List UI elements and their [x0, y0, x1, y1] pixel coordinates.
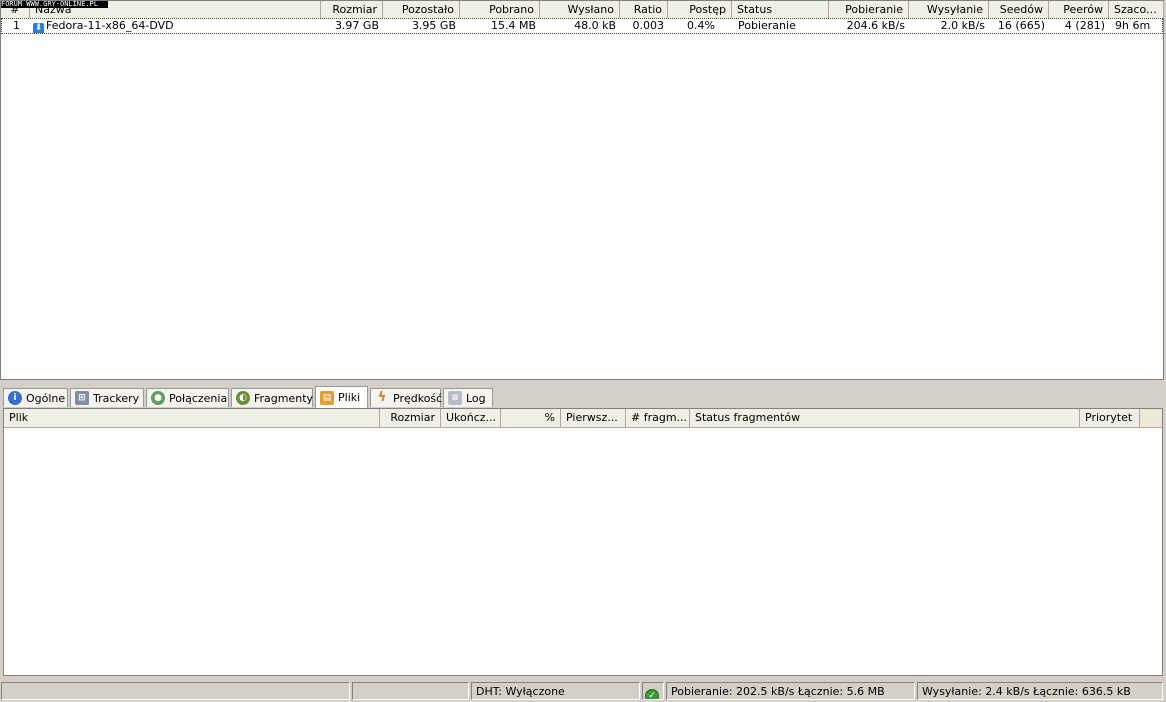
status-bar-section-empty-1	[1, 682, 350, 700]
tab-trackers-label: Trackery	[93, 391, 140, 405]
column-header-size[interactable]: Rozmiar	[321, 1, 383, 18]
torrent-row[interactable]: 1 ⬇ Fedora-11-x86_64-DVD 3.97 GB 3.95 GB …	[1, 18, 1163, 34]
pieces-icon: ◐	[236, 391, 250, 405]
torrent-progress: 0.4%	[687, 19, 715, 32]
speed-icon: ϟ	[377, 390, 387, 405]
tab-connections[interactable]: ● Połączenia	[146, 388, 229, 407]
column-header-eta[interactable]: Szaco...	[1109, 1, 1164, 18]
details-tabs: i Ogólne ⊞ Trackery ● Połączenia ◐ Fragm…	[0, 386, 1166, 408]
upload-total-status: Wysyłanie: 2.4 kB/s Łącznie: 636.5 kB	[917, 682, 1163, 700]
torrent-name: Fedora-11-x86_64-DVD	[46, 19, 174, 32]
column-header-file[interactable]: Plik	[4, 409, 380, 427]
files-list[interactable]: Plik Rozmiar Ukończ... % Pierwsz... # fr…	[3, 408, 1163, 676]
status-bar: DHT: Wyłączone ✓ Pobieranie: 202.5 kB/s …	[0, 681, 1166, 702]
torrent-size: 3.97 GB	[334, 19, 379, 32]
column-header-first-piece[interactable]: Pierwsz...	[561, 409, 626, 427]
column-header-uploaded[interactable]: Wysłano	[540, 1, 620, 18]
column-header-piece-status[interactable]: Status fragmentów	[690, 409, 1080, 427]
column-header-downloaded[interactable]: Pobrano	[460, 1, 540, 18]
column-header-status[interactable]: Status	[732, 1, 829, 18]
network-icon: ⊞	[75, 391, 89, 405]
info-icon: i	[8, 391, 22, 405]
torrent-list[interactable]: FORUM WWW.GRY-ONLINE.PL # Nazwa Rozmiar …	[0, 0, 1164, 380]
column-header-progress[interactable]: Postęp	[668, 1, 732, 18]
torrent-uploaded: 48.0 kB	[574, 19, 616, 32]
torrent-downloaded: 15.4 MB	[490, 19, 536, 32]
dht-status: DHT: Wyłączone	[471, 682, 640, 700]
tab-general-label: Ogólne	[26, 391, 66, 405]
torrent-download-speed: 204.6 kB/s	[846, 19, 905, 32]
column-header-upload-speed[interactable]: Wysyłanie	[909, 1, 989, 18]
status-bar-section-empty-2	[352, 682, 469, 700]
tab-files-label: Pliki	[338, 391, 361, 404]
tab-log-label: Log	[466, 391, 486, 405]
torrent-eta: 9h 6m	[1115, 19, 1151, 32]
tab-general[interactable]: i Ogólne	[3, 388, 68, 407]
watermark: FORUM WWW.GRY-ONLINE.PL	[1, 1, 108, 8]
connection-status[interactable]: ✓	[642, 682, 664, 700]
tab-pieces[interactable]: ◐ Fragmenty	[231, 388, 313, 407]
torrent-upload-speed: 2.0 kB/s	[940, 19, 985, 32]
column-header-piece-count[interactable]: # fragm...	[626, 409, 690, 427]
download-arrow-icon: ⬇	[33, 23, 44, 33]
torrent-index: 1	[13, 19, 20, 32]
files-icon: ▤	[320, 390, 334, 405]
column-header-percent[interactable]: %	[501, 409, 561, 427]
torrent-list-header: # Nazwa Rozmiar Pozostało Pobrano Wysłan…	[1, 1, 1164, 19]
column-header-remaining[interactable]: Pozostało	[383, 1, 460, 18]
tab-trackers[interactable]: ⊞ Trackery	[70, 388, 144, 407]
users-icon: ●	[151, 391, 165, 405]
column-header-download-speed[interactable]: Pobieranie	[829, 1, 909, 18]
log-icon: ≡	[448, 391, 462, 405]
column-header-file-size[interactable]: Rozmiar	[380, 409, 441, 427]
column-header-seeds[interactable]: Seedów	[989, 1, 1049, 18]
torrent-seeds: 16 (665)	[997, 19, 1045, 32]
tab-files[interactable]: ▤ Pliki	[315, 386, 368, 408]
tab-pieces-label: Fragmenty	[254, 391, 314, 405]
column-header-peers[interactable]: Peerów	[1049, 1, 1109, 18]
tab-speed-label: Prędkość	[393, 391, 443, 405]
column-header-priority[interactable]: Priorytet	[1080, 409, 1140, 427]
torrent-ratio: 0.003	[632, 19, 665, 32]
torrent-remaining: 3.95 GB	[411, 19, 456, 32]
files-list-header: Plik Rozmiar Ukończ... % Pierwsz... # fr…	[4, 409, 1162, 428]
connection-ok-icon: ✓	[645, 689, 659, 699]
column-header-completed[interactable]: Ukończ...	[441, 409, 501, 427]
tab-connections-label: Połączenia	[169, 391, 228, 405]
download-total-status: Pobieranie: 202.5 kB/s Łącznie: 5.6 MB	[666, 682, 915, 700]
torrent-status: Pobieranie	[738, 19, 796, 32]
torrent-peers: 4 (281)	[1064, 19, 1105, 32]
tab-log[interactable]: ≡ Log	[443, 388, 493, 407]
column-header-ratio[interactable]: Ratio	[620, 1, 668, 18]
tab-speed[interactable]: ϟ Prędkość	[370, 388, 443, 407]
